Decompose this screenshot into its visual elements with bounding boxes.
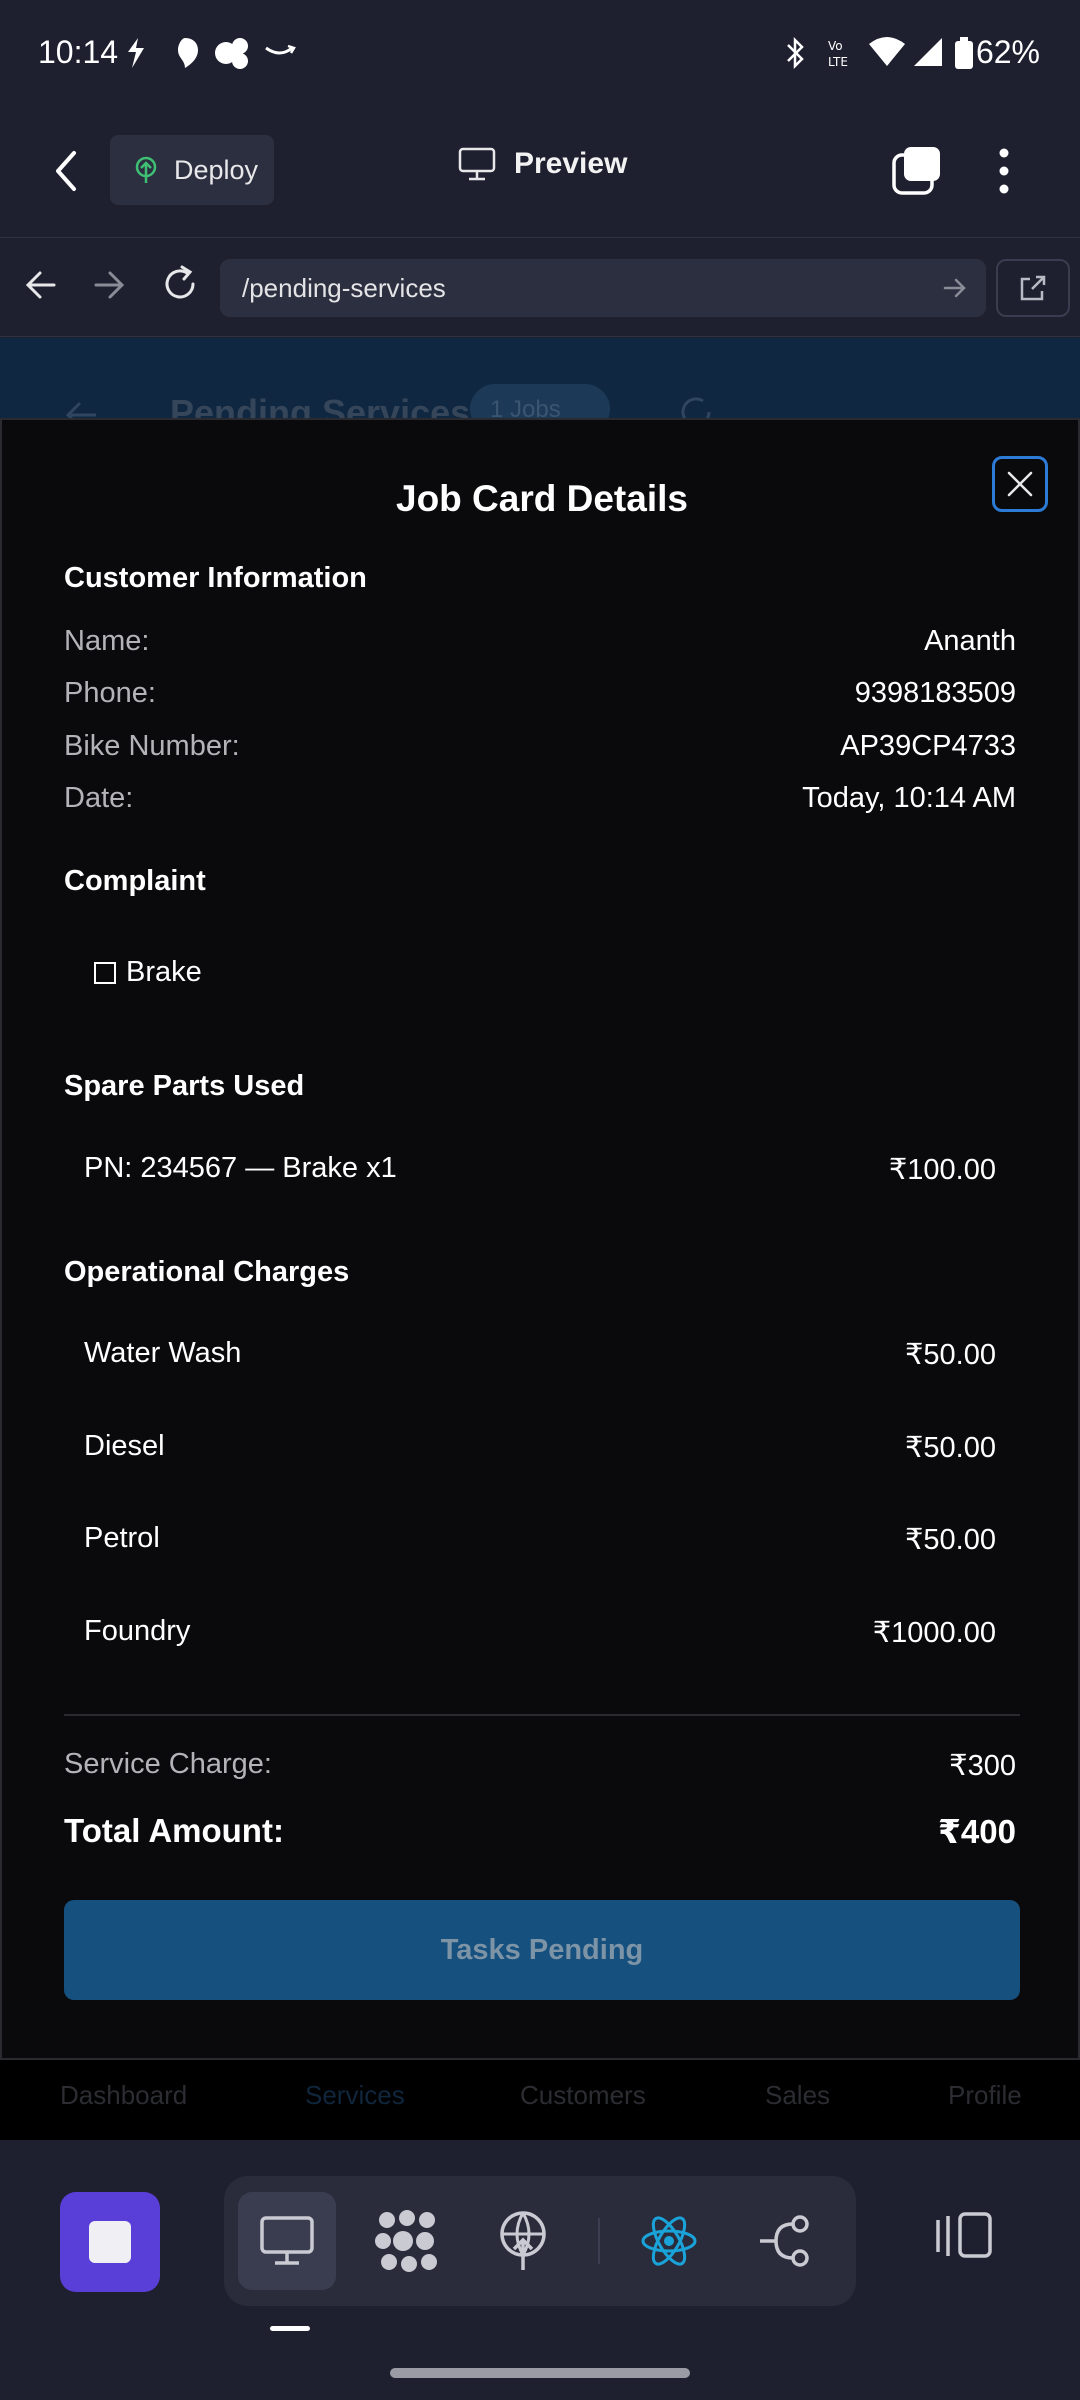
date-label: Date:	[64, 782, 134, 814]
notification-icon	[128, 38, 144, 68]
git-tool-button[interactable]	[736, 2192, 834, 2290]
react-tool-button[interactable]	[620, 2192, 718, 2290]
url-field[interactable]: /pending-services	[220, 259, 986, 317]
service-charge-label: Service Charge:	[64, 1748, 272, 1780]
total-amount-label: Total Amount:	[64, 1812, 284, 1849]
stop-icon	[89, 2221, 131, 2263]
operational-section-title: Operational Charges	[64, 1256, 350, 1288]
charge-value: ₹50.00	[904, 1339, 996, 1371]
volte-icon: Vo LTE	[828, 39, 848, 69]
underlay-nav-customers: Customers	[520, 2080, 646, 2110]
monitor-icon	[260, 2216, 314, 2265]
charge-label: Diesel	[84, 1430, 165, 1462]
modal-title: Job Card Details	[396, 478, 688, 519]
react-icon	[641, 2216, 697, 2266]
tasks-pending-label: Tasks Pending	[440, 1933, 644, 1966]
name-label: Name:	[64, 625, 150, 657]
underlying-bottom-nav: Dashboard Services Customers Sales Profi…	[0, 2060, 1080, 2140]
complaint-label: Brake	[126, 956, 202, 988]
packages-icon	[375, 2210, 437, 2272]
spare-part-label: PN: 234567 — Brake x1	[84, 1152, 397, 1184]
battery-percent: 62%	[975, 34, 1040, 70]
underlying-page-header: Pending Services 1 Jobs	[0, 338, 1080, 418]
preview-label: Preview	[514, 147, 628, 180]
signal-icon	[914, 38, 942, 66]
spare-part-price: ₹100.00	[888, 1154, 996, 1186]
git-branch-icon	[760, 2215, 809, 2267]
status-bar: 10:14 Vo LTE 62%	[0, 0, 1080, 105]
charge-label: Water Wash	[84, 1337, 242, 1369]
active-tab-indicator	[270, 2326, 310, 2331]
tool-group	[224, 2176, 856, 2306]
url-text: /pending-services	[242, 273, 446, 303]
phone-value: 9398183509	[854, 677, 1016, 709]
svg-text:LTE: LTE	[828, 55, 848, 69]
more-options-icon[interactable]	[992, 145, 1016, 197]
underlay-title: Pending Services	[170, 392, 471, 418]
job-card-modal: Job Card Details Customer Information Na…	[0, 418, 1080, 2060]
charge-value: ₹50.00	[904, 1432, 996, 1464]
tool-separator	[598, 2218, 600, 2264]
underlay-nav-dashboard: Dashboard	[60, 2080, 188, 2110]
complaint-section-title: Complaint	[64, 865, 206, 897]
bike-number-value: AP39CP4733	[840, 730, 1016, 762]
underlay-nav-services: Services	[305, 2080, 405, 2110]
browser-forward-icon[interactable]	[92, 268, 126, 302]
wifi-icon	[869, 37, 905, 66]
browser-bar: /pending-services	[0, 237, 1080, 337]
packages-tool-button[interactable]	[358, 2192, 456, 2290]
underlay-back-icon	[65, 401, 96, 418]
bottom-toolbar	[0, 2140, 1080, 2400]
home-indicator[interactable]	[390, 2368, 690, 2378]
checkbox-icon[interactable]	[94, 961, 116, 984]
app-header: Deploy Preview	[0, 105, 1080, 237]
customer-section-title: Customer Information	[64, 562, 367, 594]
underlay-refresh-icon	[681, 397, 711, 418]
svg-text:Vo: Vo	[828, 39, 843, 53]
preview-tool-button[interactable]	[238, 2192, 336, 2290]
status-time: 10:14	[38, 34, 119, 70]
close-icon	[1007, 471, 1033, 497]
preview-tab[interactable]: Preview	[458, 147, 627, 181]
app-icon	[215, 38, 248, 69]
open-external-button[interactable]	[996, 259, 1070, 317]
deploy-button[interactable]: Deploy	[110, 135, 274, 205]
battery-icon	[955, 37, 973, 69]
underlay-nav-sales: Sales	[765, 2080, 831, 2110]
browser-back-icon[interactable]	[24, 268, 58, 302]
shield-app-icon	[178, 38, 198, 68]
bike-number-label: Bike Number:	[64, 730, 240, 762]
total-amount-value: ₹400	[937, 1813, 1016, 1850]
go-arrow-icon[interactable]	[942, 275, 968, 301]
charge-value: ₹1000.00	[872, 1617, 996, 1649]
deploy-label: Deploy	[174, 154, 259, 185]
charge-label: Petrol	[84, 1522, 160, 1554]
deploy-icon	[135, 156, 157, 183]
charge-label: Foundry	[84, 1615, 191, 1647]
charge-value: ₹50.00	[904, 1524, 996, 1556]
deploy-globe-icon	[500, 2211, 546, 2270]
open-external-icon	[1020, 275, 1046, 301]
underlay-nav-profile: Profile	[948, 2080, 1022, 2110]
complaint-item[interactable]: Brake	[94, 956, 202, 989]
reload-icon[interactable]	[160, 264, 200, 304]
back-icon[interactable]	[52, 149, 80, 193]
service-charge-value: ₹300	[949, 1750, 1016, 1782]
tasks-pending-button[interactable]: Tasks Pending	[64, 1900, 1020, 2000]
spare-parts-section-title: Spare Parts Used	[64, 1070, 305, 1102]
bluetooth-icon	[787, 36, 804, 70]
deploy-tool-button[interactable]	[474, 2192, 572, 2290]
close-button[interactable]	[992, 456, 1048, 512]
date-value: Today, 10:14 AM	[802, 782, 1016, 814]
divider	[64, 1714, 1020, 1716]
amazon-icon	[265, 44, 296, 55]
stop-button[interactable]	[60, 2192, 160, 2292]
phone-label: Phone:	[64, 677, 156, 709]
monitor-icon	[458, 147, 496, 181]
name-value: Ananth	[924, 625, 1016, 657]
underlay-badge: 1 Jobs	[470, 384, 610, 418]
tabs-icon[interactable]	[890, 145, 942, 197]
layout-toggle-icon[interactable]	[934, 2210, 996, 2260]
